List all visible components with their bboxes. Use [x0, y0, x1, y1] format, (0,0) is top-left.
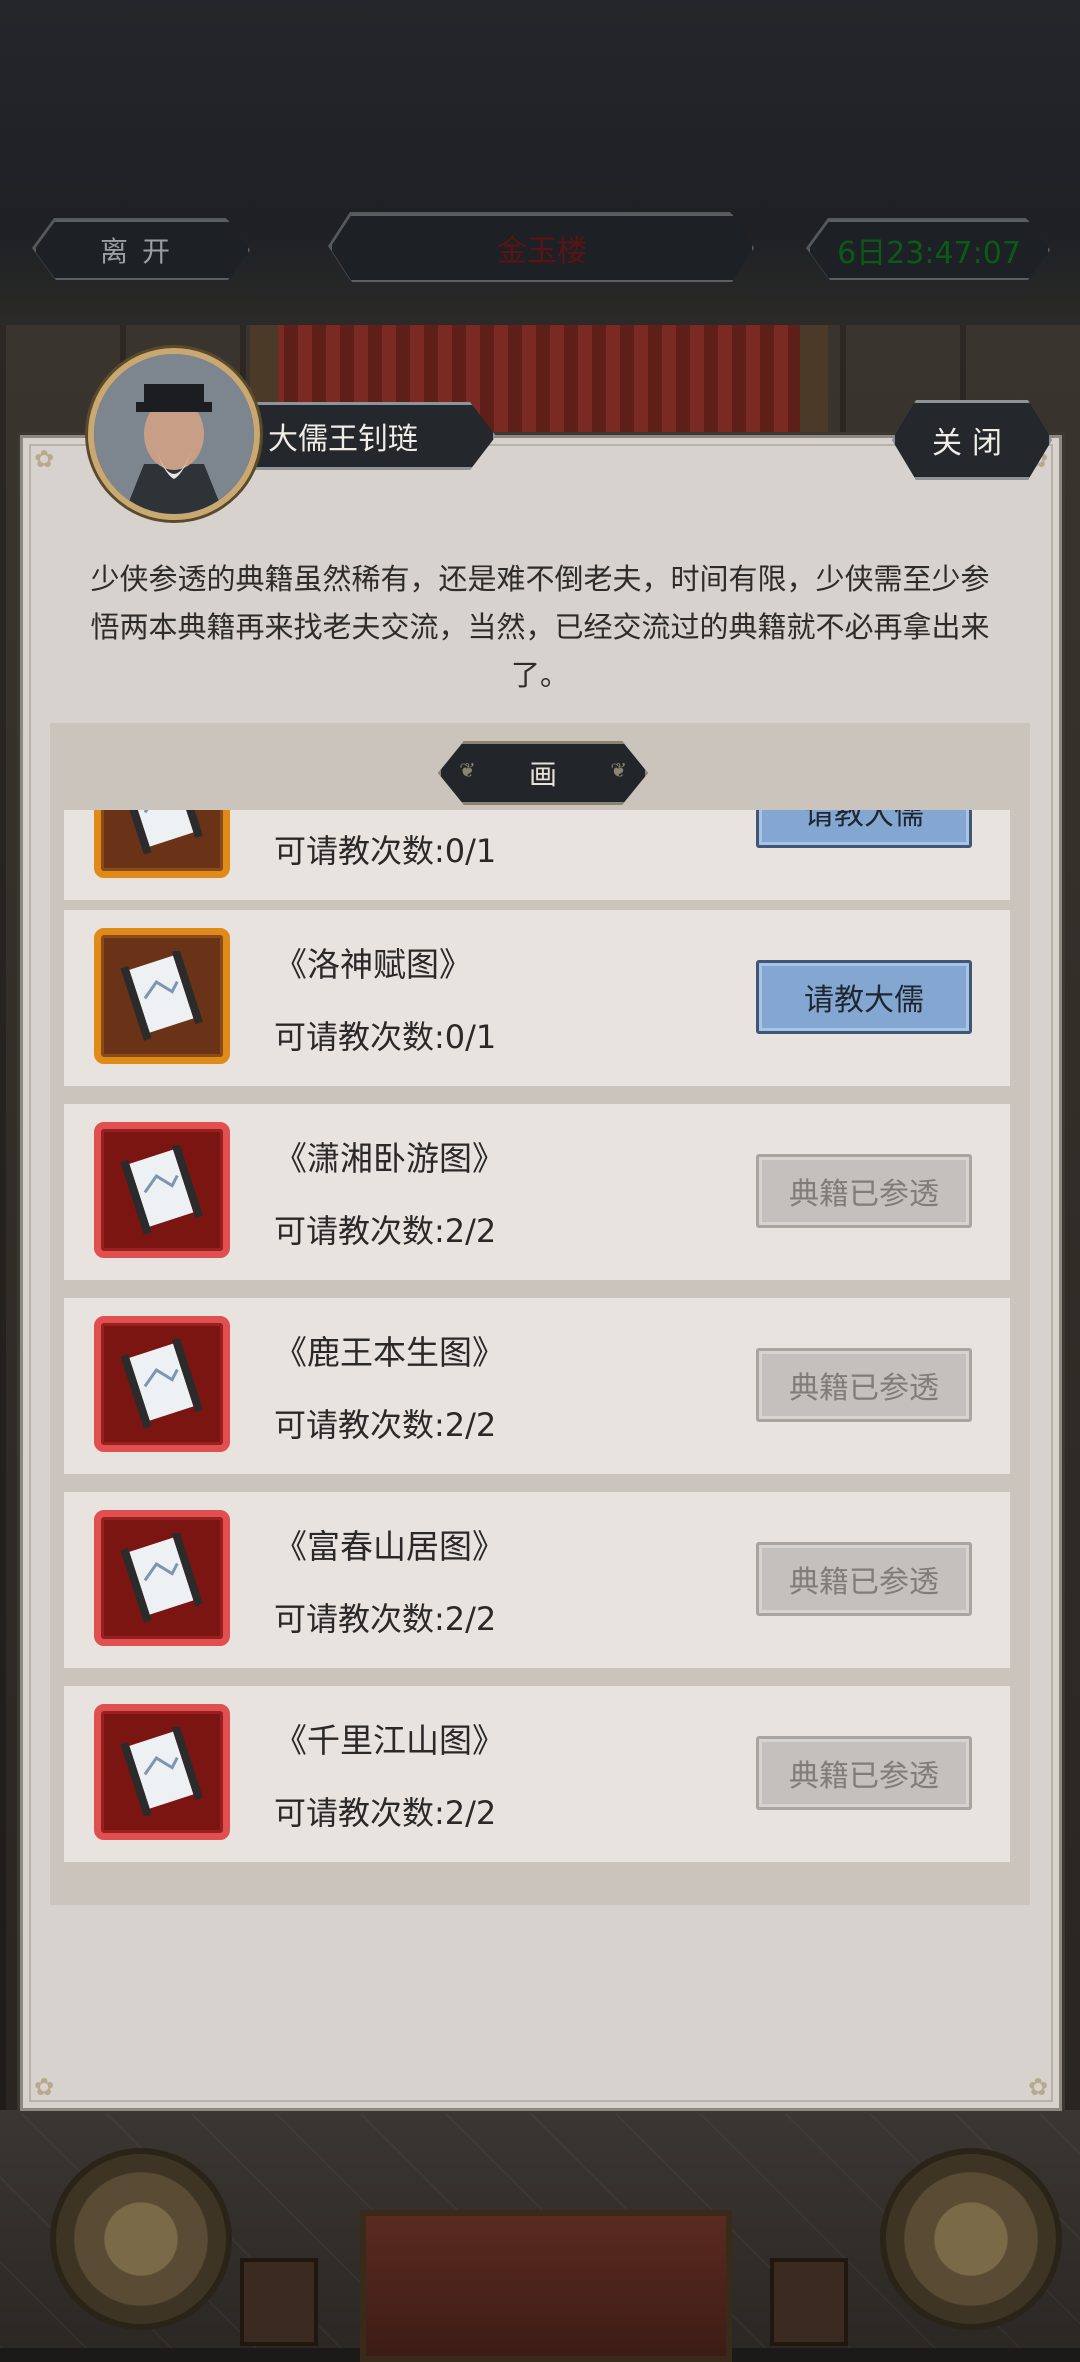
list-item: 《洛神赋图》 可请教次数:0/1 请教大儒 [64, 910, 1010, 1086]
painting-scroll-icon [120, 1727, 203, 1817]
mastered-button[interactable]: 典籍已参透 [756, 1736, 972, 1810]
painting-scroll-icon [120, 951, 203, 1041]
leave-button[interactable]: 离开 [34, 220, 250, 280]
scene-pillar-right [800, 325, 828, 435]
scene-pot-right [770, 2258, 848, 2346]
item-icon[interactable] [94, 1122, 230, 1258]
consult-scholar-button[interactable]: 请教大儒 [756, 810, 972, 848]
painting-scroll-icon [120, 810, 203, 855]
mastered-button[interactable]: 典籍已参透 [756, 1348, 972, 1422]
item-consult-count: 可请教次数:2/2 [274, 1794, 497, 1832]
item-title: 《千里江山图》 [274, 1721, 505, 1760]
item-title: 《富春山居图》 [274, 1527, 505, 1566]
item-consult-count: 可请教次数:2/2 [274, 1406, 497, 1444]
item-title: 《潇湘卧游图》 [274, 1139, 505, 1178]
npc-description: 少侠参透的典籍虽然稀有，还是难不倒老夫，时间有限，少侠需至少参悟两本典籍再来找老… [90, 562, 990, 692]
item-consult-count: 可请教次数:2/2 [274, 1212, 497, 1250]
item-icon[interactable] [94, 1510, 230, 1646]
list-item: 《千里江山图》 可请教次数:2/2 典籍已参透 [64, 1686, 1010, 1862]
ornament-icon: ❦ [610, 758, 627, 782]
list-item: 《鹿王本生图》 可请教次数:2/2 典籍已参透 [64, 1298, 1010, 1474]
mastered-button[interactable]: 典籍已参透 [756, 1542, 972, 1616]
floor-medallion-right [880, 2148, 1062, 2330]
item-icon[interactable] [94, 810, 230, 878]
list-item: 可请教次数:0/1 请教大儒 [64, 810, 1010, 900]
category-label: 画 [528, 758, 557, 791]
painting-scroll-icon [120, 1145, 203, 1235]
mastered-button[interactable]: 典籍已参透 [756, 1154, 972, 1228]
floor-medallion-left [50, 2148, 232, 2330]
category-header: ❦ 画 ❦ [438, 741, 648, 805]
ornament-icon: ❦ [459, 758, 476, 782]
npc-avatar [88, 348, 260, 520]
place-title: 金玉楼 [330, 214, 754, 282]
scholar-portrait-icon [94, 354, 254, 514]
item-consult-count: 可请教次数:0/1 [274, 832, 497, 870]
corner-ornament-icon: ✿ [33, 2073, 55, 2101]
event-timer: 6日23:47:07 [808, 220, 1050, 280]
item-consult-count: 可请教次数:0/1 [274, 1018, 497, 1056]
consult-scholar-button[interactable]: 请教大儒 [756, 960, 972, 1034]
item-title: 《鹿王本生图》 [274, 1333, 505, 1372]
item-icon[interactable] [94, 1704, 230, 1840]
list-item: 《富春山居图》 可请教次数:2/2 典籍已参透 [64, 1492, 1010, 1668]
item-icon[interactable] [94, 928, 230, 1064]
corner-ornament-icon: ✿ [33, 445, 55, 473]
close-button[interactable]: 关闭 [892, 400, 1052, 480]
item-icon[interactable] [94, 1316, 230, 1452]
list-item: 《潇湘卧游图》 可请教次数:2/2 典籍已参透 [64, 1104, 1010, 1280]
scene-pot-left [240, 2258, 318, 2346]
item-list[interactable]: 可请教次数:0/1 请教大儒 《洛神赋图》 可请教次数:0/1 请教大儒 《潇湘 [64, 810, 1010, 1865]
painting-scroll-icon [120, 1533, 203, 1623]
item-consult-count: 可请教次数:2/2 [274, 1600, 497, 1638]
corner-ornament-icon: ✿ [1027, 2073, 1049, 2101]
item-title: 《洛神赋图》 [274, 945, 472, 984]
painting-scroll-icon [120, 1339, 203, 1429]
scene-table [360, 2210, 732, 2362]
